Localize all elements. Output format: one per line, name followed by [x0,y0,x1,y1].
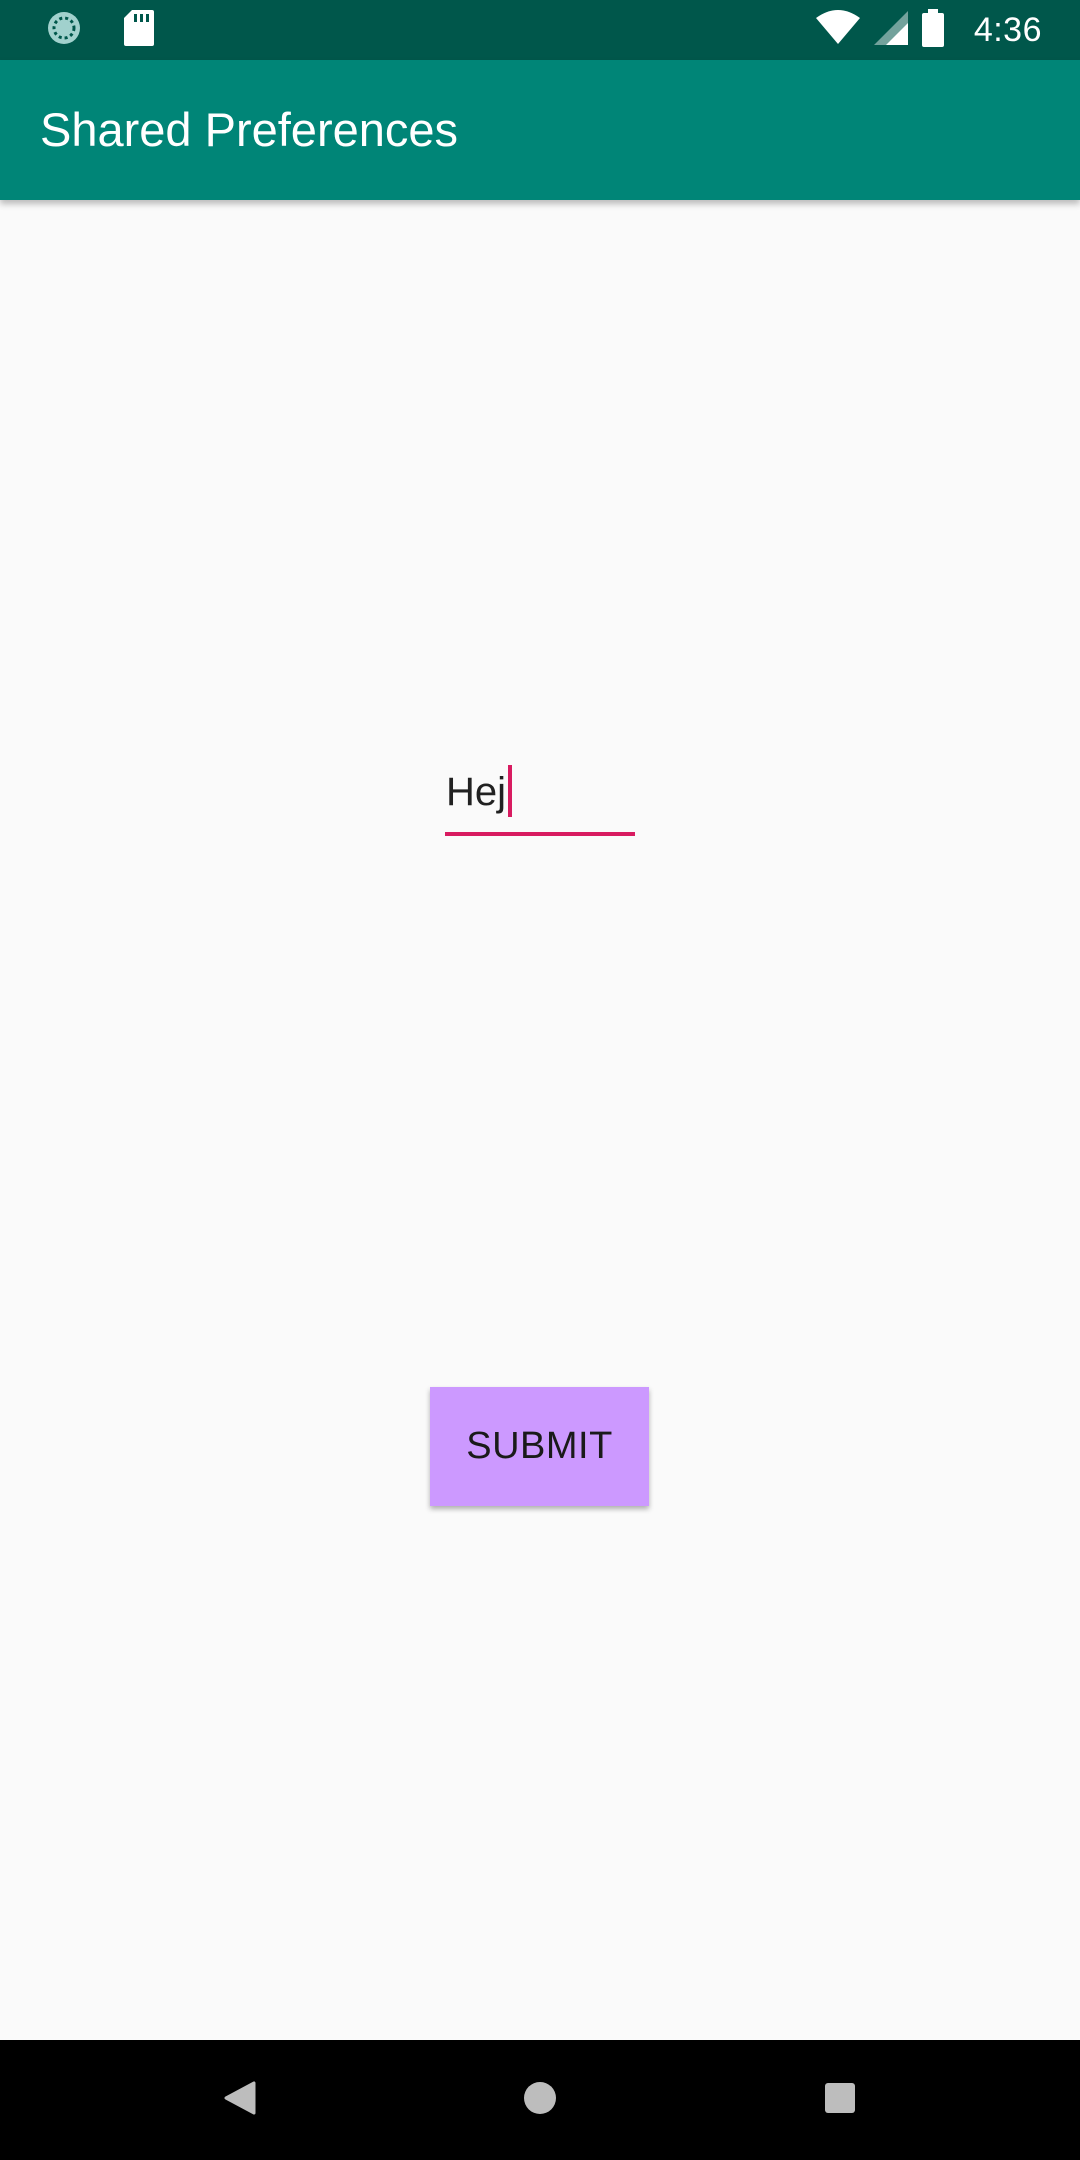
app-bar: Shared Preferences [0,60,1080,200]
recents-button[interactable] [810,2070,870,2130]
text-input-underline [445,832,635,836]
submit-button[interactable]: SUBMIT [430,1387,649,1506]
home-button[interactable] [510,2070,570,2130]
text-cursor [508,765,513,818]
text-input-text: Hej [446,770,507,814]
app-title: Shared Preferences [40,103,459,156]
navigation-bar [0,2040,1080,2160]
status-bar: 4:36 [0,0,1080,60]
status-bar-right: 4:36 [815,8,1042,52]
sd-card-icon [124,9,154,51]
status-bar-left [46,9,154,51]
text-input-value[interactable]: Hej [446,765,513,818]
screen: 4:36 Shared Preferences Hej SUBMIT [0,0,1080,2160]
back-button[interactable] [210,2070,270,2130]
wifi-icon [815,9,860,51]
main-content: Hej SUBMIT [0,200,1080,2040]
sync-icon [46,10,82,51]
text-input[interactable]: Hej [445,760,635,836]
cell-signal-icon [873,10,908,50]
back-icon [224,2081,256,2120]
battery-icon [921,8,944,52]
recents-icon [824,2082,856,2119]
status-time: 4:36 [973,10,1042,49]
home-icon [523,2081,557,2120]
